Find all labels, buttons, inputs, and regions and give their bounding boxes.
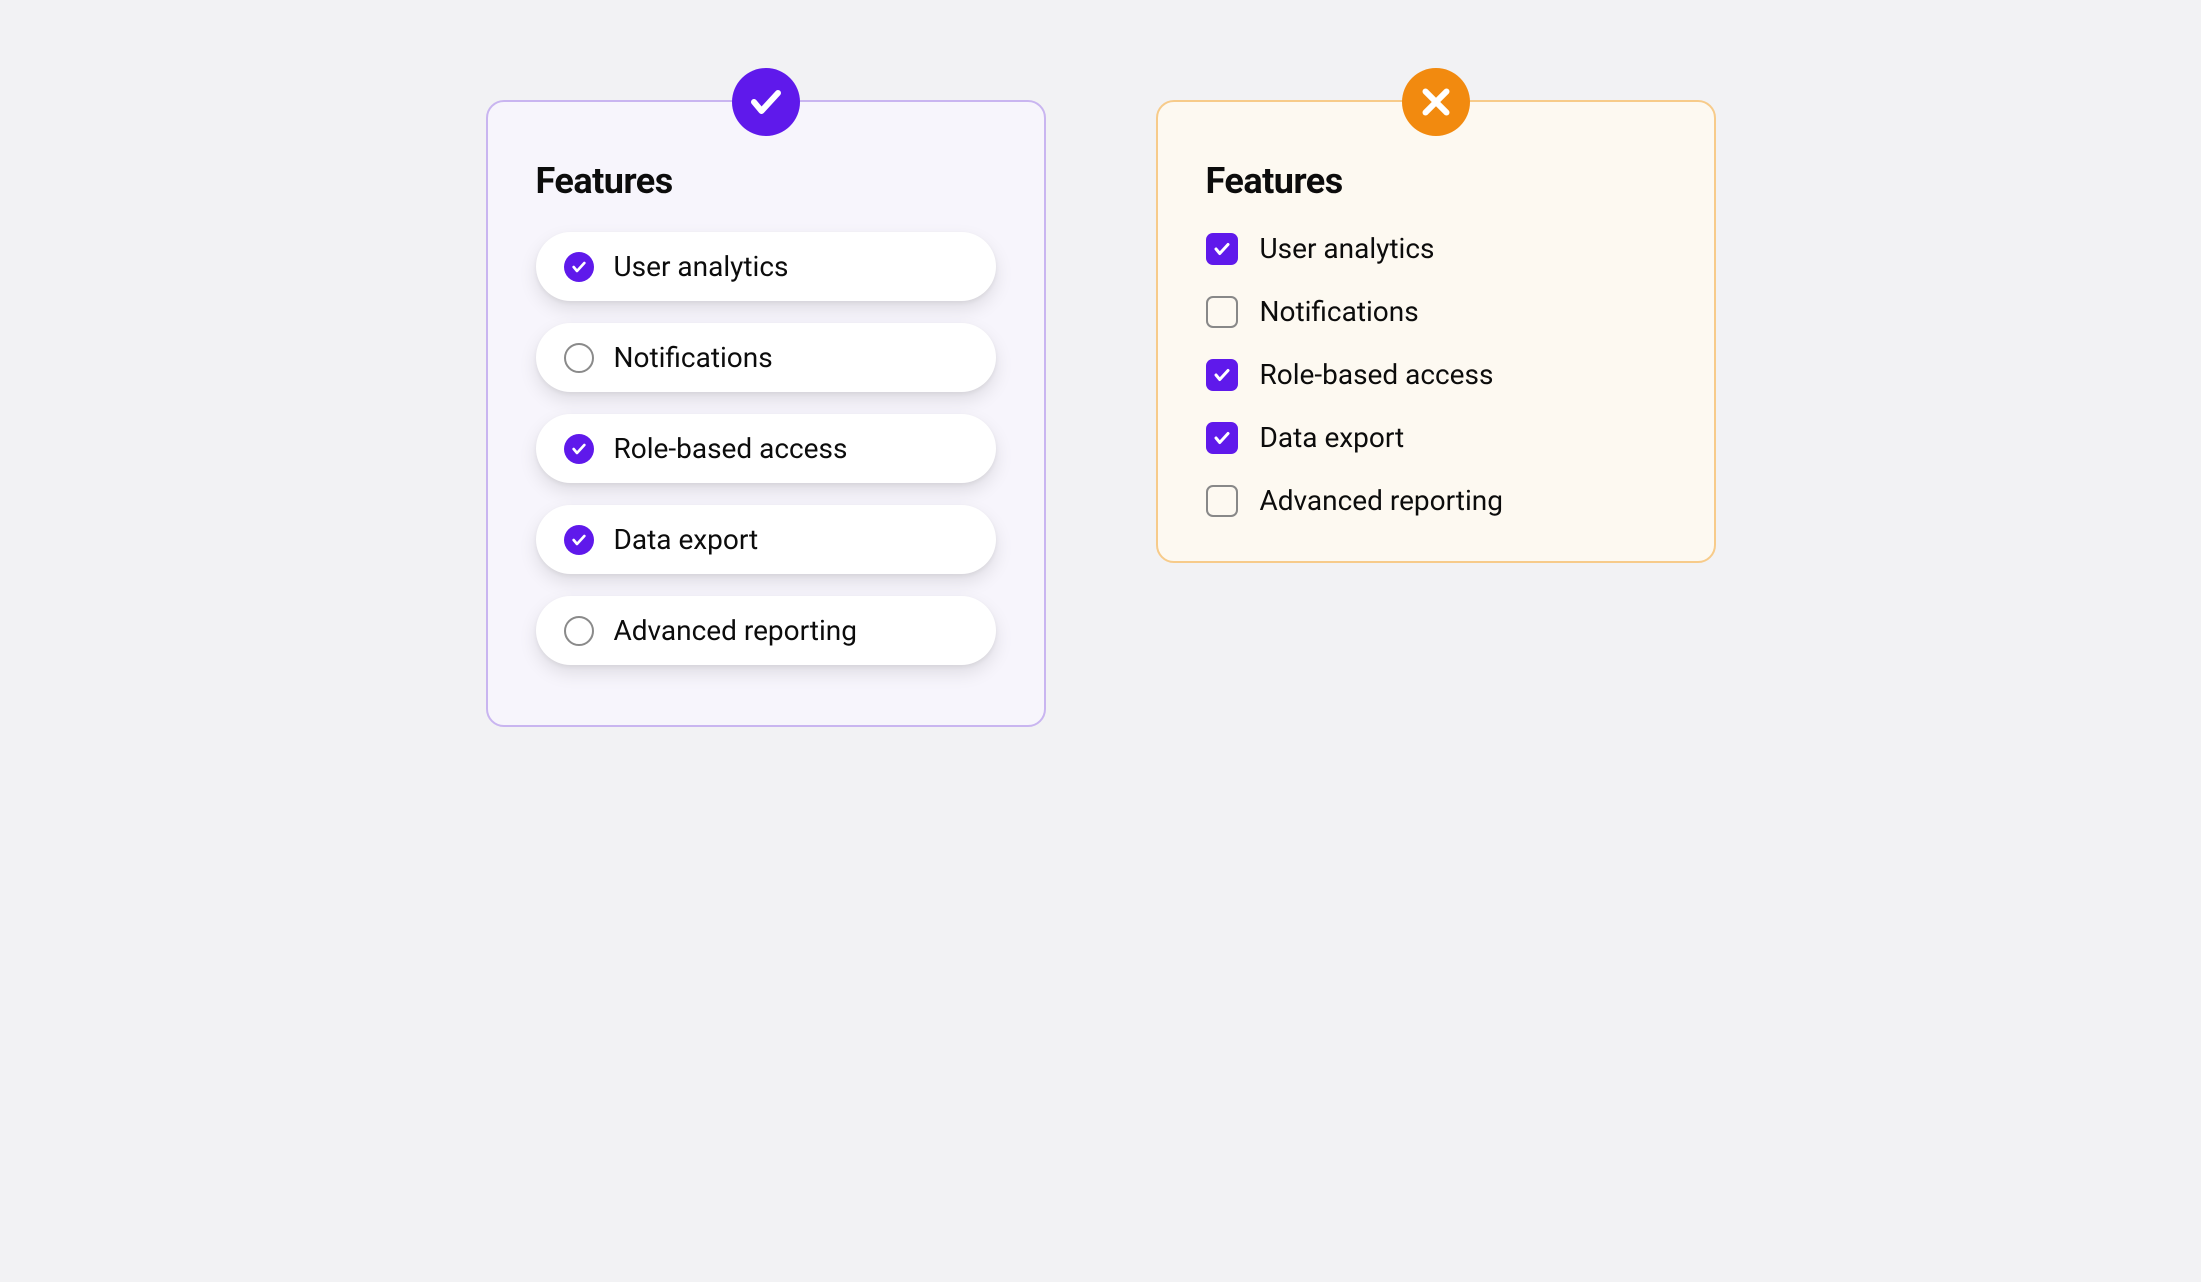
checkbox-unchecked-icon[interactable] <box>1206 485 1238 517</box>
unchecked-indicator-icon <box>564 343 594 373</box>
feature-pill[interactable]: Role-based access <box>536 414 996 483</box>
checkbox-checked-icon[interactable] <box>1206 233 1238 265</box>
feature-pill-list: User analytics Notifications Role-based … <box>536 232 996 665</box>
feature-pill[interactable]: User analytics <box>536 232 996 301</box>
feature-row[interactable]: Advanced reporting <box>1206 484 1666 517</box>
checked-indicator-icon <box>564 252 594 282</box>
feature-row[interactable]: User analytics <box>1206 232 1666 265</box>
checked-indicator-icon <box>564 434 594 464</box>
checkbox-checked-icon[interactable] <box>1206 422 1238 454</box>
feature-pill[interactable]: Notifications <box>536 323 996 392</box>
feature-label: Advanced reporting <box>1260 484 1503 517</box>
feature-label: User analytics <box>1260 232 1435 265</box>
unchecked-indicator-icon <box>564 616 594 646</box>
feature-checkbox-list: User analytics Notifications Role-based … <box>1206 232 1666 517</box>
panel-title: Features <box>1206 160 1666 202</box>
check-badge-icon <box>732 68 800 136</box>
bad-example-panel: Features User analytics Notifications Ro… <box>1156 100 1716 563</box>
feature-label: Advanced reporting <box>614 614 857 647</box>
feature-row[interactable]: Role-based access <box>1206 358 1666 391</box>
feature-label: Notifications <box>614 341 773 374</box>
feature-label: Role-based access <box>614 432 848 465</box>
feature-row[interactable]: Data export <box>1206 421 1666 454</box>
good-example-panel: Features User analytics Notifications Ro… <box>486 100 1046 727</box>
feature-label: User analytics <box>614 250 789 283</box>
feature-row[interactable]: Notifications <box>1206 295 1666 328</box>
feature-label: Role-based access <box>1260 358 1494 391</box>
feature-label: Data export <box>614 523 759 556</box>
panel-title: Features <box>536 160 996 202</box>
checkbox-unchecked-icon[interactable] <box>1206 296 1238 328</box>
checked-indicator-icon <box>564 525 594 555</box>
feature-pill[interactable]: Data export <box>536 505 996 574</box>
feature-label: Notifications <box>1260 295 1419 328</box>
cross-badge-icon <box>1402 68 1470 136</box>
checkbox-checked-icon[interactable] <box>1206 359 1238 391</box>
feature-pill[interactable]: Advanced reporting <box>536 596 996 665</box>
feature-label: Data export <box>1260 421 1405 454</box>
